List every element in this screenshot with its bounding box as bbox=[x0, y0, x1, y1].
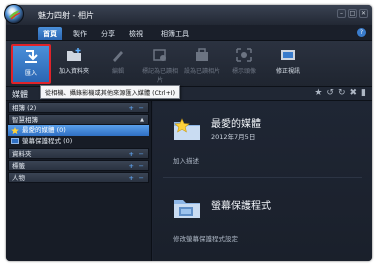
edit-button[interactable]: 編輯 bbox=[98, 44, 138, 84]
menu-tabs: 首頁 製作 分享 檢視 相簿工具 ? bbox=[6, 25, 372, 41]
smart-albums-section-header[interactable]: 智慧相簿 ▲ bbox=[8, 114, 149, 125]
maximize-icon[interactable]: □ bbox=[348, 9, 357, 18]
window-controls: – □ ✕ bbox=[337, 9, 368, 18]
tab-share[interactable]: 分享 bbox=[96, 27, 120, 40]
fix-video-icon bbox=[281, 50, 295, 60]
import-tooltip: 從相機、攝錄影機或其他來源匯入媒體 (Ctrl+I) bbox=[40, 85, 180, 99]
ribbon: 匯入 加入資料夾 編輯 標記為已讀相片 設為已讀相片 標示頭像 修正視訊 bbox=[6, 41, 372, 87]
app-menu-button[interactable] bbox=[4, 4, 24, 24]
edit-icon bbox=[113, 51, 123, 62]
folders-section-header[interactable]: 資料夾 + − bbox=[8, 148, 149, 159]
window-title: 魅力四射 - 相片 bbox=[38, 11, 94, 20]
tags-section-label: 標籤 bbox=[12, 162, 25, 170]
screensaver-icon bbox=[11, 138, 19, 144]
albums-section-label: 相簿 (2) bbox=[12, 104, 37, 112]
minimize-icon[interactable]: – bbox=[337, 9, 346, 18]
fix-video-button[interactable]: 修正視訊 bbox=[268, 44, 308, 84]
app-window: 魅力四射 - 相片 – □ ✕ 首頁 製作 分享 檢視 相簿工具 ? 匯入 加入… bbox=[6, 5, 372, 261]
album-list: 最愛的媒體 2012年7月5日 加入描述 螢幕保護程式 修改螢幕保護程式設定 bbox=[153, 101, 372, 261]
divider bbox=[163, 177, 362, 178]
tab-home[interactable]: 首頁 bbox=[38, 27, 62, 40]
import-icon bbox=[25, 50, 38, 63]
set-label: 設為已讀相片 bbox=[183, 68, 220, 75]
sidebar-item-label: 螢幕保護程式 (0) bbox=[22, 137, 73, 145]
close-icon[interactable]: ✕ bbox=[359, 9, 368, 18]
add-folder-button[interactable]: 加入資料夾 bbox=[54, 44, 94, 84]
import-label: 匯入 bbox=[24, 70, 37, 77]
collapse-icon[interactable]: − bbox=[139, 173, 144, 184]
rotate-left-icon[interactable]: ↺ bbox=[326, 88, 334, 98]
fix-video-label: 修正視訊 bbox=[275, 68, 300, 75]
albums-section-header[interactable]: 相簿 (2) + − bbox=[8, 102, 149, 113]
add-folder-label: 加入資料夾 bbox=[58, 68, 89, 75]
people-section-header[interactable]: 人物 + − bbox=[8, 172, 149, 183]
tab-album-tools[interactable]: 相簿工具 bbox=[156, 27, 194, 40]
add-tag-icon[interactable]: + bbox=[129, 161, 134, 172]
add-person-icon[interactable]: + bbox=[129, 173, 134, 184]
delete-icon[interactable]: ✖ bbox=[350, 88, 358, 98]
mark-icon bbox=[153, 49, 166, 61]
folders-section-label: 資料夾 bbox=[12, 150, 32, 158]
more-icon[interactable]: ▮ bbox=[361, 88, 366, 98]
smart-albums-section-label: 智慧相簿 bbox=[12, 116, 38, 124]
set-icon bbox=[196, 48, 208, 61]
mark-label: 標記為已讀相片 bbox=[141, 68, 178, 84]
add-folder-icon bbox=[67, 48, 81, 61]
app-logo-icon bbox=[9, 10, 21, 20]
nav-controls: ★ ↺ ↻ ✖ ▮ bbox=[314, 88, 366, 98]
favorites-folder-icon bbox=[174, 118, 200, 140]
album-name: 螢幕保護程式 bbox=[211, 201, 271, 212]
sidebar-item-label: 最愛的媒體 (0) bbox=[22, 126, 66, 134]
tag-face-label: 標示頭像 bbox=[231, 68, 256, 75]
collapse-icon[interactable]: − bbox=[139, 103, 144, 114]
album-name: 最愛的媒體 bbox=[211, 119, 261, 130]
tab-view[interactable]: 檢視 bbox=[124, 27, 148, 40]
screensaver-folder-icon bbox=[174, 200, 200, 218]
tab-create[interactable]: 製作 bbox=[68, 27, 92, 40]
section-header-label: 媒體 bbox=[12, 90, 28, 99]
add-album-icon[interactable]: + bbox=[129, 103, 134, 114]
album-item-screensaver[interactable]: 螢幕保護程式 修改螢幕保護程式設定 bbox=[171, 193, 371, 243]
add-folder-icon[interactable]: + bbox=[129, 149, 134, 160]
album-item-favorites[interactable]: 最愛的媒體 2012年7月5日 加入描述 bbox=[171, 115, 371, 165]
tag-face-icon bbox=[236, 48, 252, 62]
tag-face-button[interactable]: 標示頭像 bbox=[224, 44, 264, 84]
set-button[interactable]: 設為已讀相片 bbox=[182, 44, 222, 84]
help-icon[interactable]: ? bbox=[357, 28, 366, 37]
import-button[interactable]: 匯入 bbox=[11, 44, 51, 84]
screensaver-settings-link[interactable]: 修改螢幕保護程式設定 bbox=[173, 233, 238, 243]
edit-label: 編輯 bbox=[111, 68, 124, 75]
people-section-label: 人物 bbox=[12, 174, 25, 182]
album-date: 2012年7月5日 bbox=[211, 133, 256, 141]
star-icon bbox=[11, 127, 19, 134]
tags-section-header[interactable]: 標籤 + − bbox=[8, 160, 149, 171]
favorite-icon[interactable]: ★ bbox=[314, 88, 322, 98]
sidebar-item-favorites[interactable]: 最愛的媒體 (0) bbox=[8, 125, 149, 136]
mark-button[interactable]: 標記為已讀相片 bbox=[140, 44, 180, 84]
collapse-icon[interactable]: − bbox=[139, 149, 144, 160]
navigation-pane: 相簿 (2) + − 智慧相簿 ▲ 最愛的媒體 (0) 螢幕保護程式 (0) 資… bbox=[6, 101, 152, 261]
collapse-icon[interactable]: − bbox=[139, 161, 144, 172]
add-description-link[interactable]: 加入描述 bbox=[173, 155, 199, 165]
rotate-right-icon[interactable]: ↻ bbox=[338, 88, 346, 98]
title-bar: 魅力四射 - 相片 – □ ✕ bbox=[6, 5, 372, 25]
sidebar-item-screensaver[interactable]: 螢幕保護程式 (0) bbox=[8, 136, 149, 147]
